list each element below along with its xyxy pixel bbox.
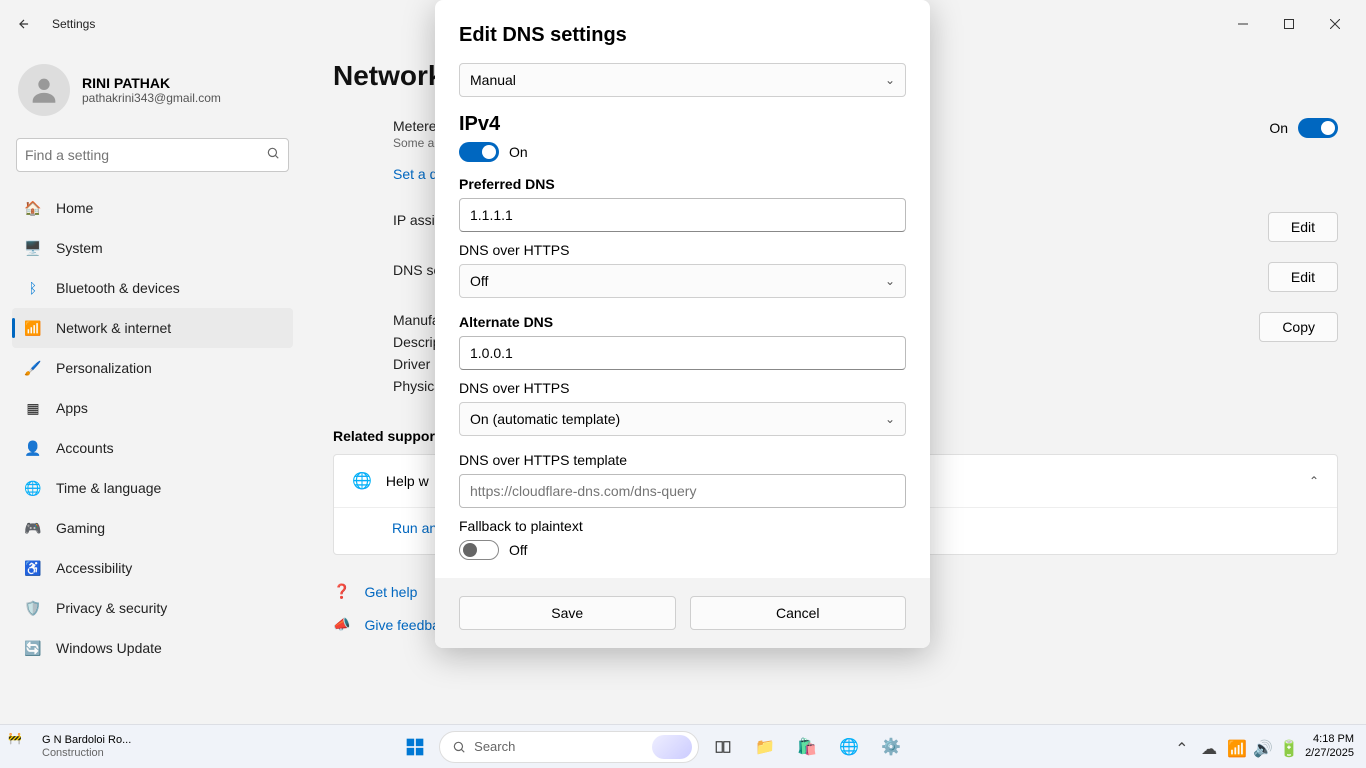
- toggle-label: Off: [509, 542, 527, 558]
- chevron-down-icon: ⌄: [885, 412, 895, 426]
- search-placeholder: Search: [474, 739, 515, 754]
- doh1-label: DNS over HTTPS: [459, 242, 906, 258]
- start-button[interactable]: [397, 729, 433, 765]
- ipv4-toggle[interactable]: [459, 142, 499, 162]
- dns-settings-modal: Edit DNS settings Manual ⌄ IPv4 On Prefe…: [435, 0, 930, 648]
- template-input: [459, 474, 906, 508]
- ipv4-heading: IPv4: [459, 113, 906, 136]
- fallback-toggle[interactable]: [459, 540, 499, 560]
- battery-icon[interactable]: 🔋: [1279, 739, 1295, 755]
- select-value: On (automatic template): [470, 411, 620, 427]
- wifi-icon[interactable]: 📶: [1227, 739, 1243, 755]
- weather-line1: G N Bardoloi Ro...: [42, 734, 131, 746]
- chevron-down-icon: ⌄: [885, 73, 895, 87]
- taskbar-search[interactable]: Search: [439, 731, 699, 763]
- onedrive-icon[interactable]: ☁: [1201, 739, 1217, 755]
- doh2-select[interactable]: On (automatic template) ⌄: [459, 402, 906, 436]
- taskbar: 🚧 G N Bardoloi Ro... Construction Search…: [0, 724, 1366, 768]
- select-value: Off: [470, 273, 488, 289]
- doh2-label: DNS over HTTPS: [459, 380, 906, 396]
- clock-time: 4:18 PM: [1305, 733, 1354, 746]
- modal-title: Edit DNS settings: [459, 24, 906, 47]
- alternate-dns-input[interactable]: [459, 336, 906, 370]
- weather-line2: Construction: [42, 747, 131, 759]
- file-explorer-button[interactable]: 📁: [747, 729, 783, 765]
- settings-button[interactable]: ⚙️: [873, 729, 909, 765]
- dns-mode-select[interactable]: Manual ⌄: [459, 63, 906, 97]
- store-button[interactable]: 🛍️: [789, 729, 825, 765]
- select-value: Manual: [470, 72, 516, 88]
- doh1-select[interactable]: Off ⌄: [459, 264, 906, 298]
- weather-widget[interactable]: 🚧 G N Bardoloi Ro... Construction: [8, 733, 131, 761]
- toggle-label: On: [509, 144, 528, 160]
- alternate-dns-label: Alternate DNS: [459, 314, 906, 330]
- edge-button[interactable]: 🌐: [831, 729, 867, 765]
- search-highlight-icon: [652, 735, 692, 759]
- fallback-label: Fallback to plaintext: [459, 518, 906, 534]
- template-label: DNS over HTTPS template: [459, 452, 906, 468]
- preferred-dns-label: Preferred DNS: [459, 176, 906, 192]
- clock-date: 2/27/2025: [1305, 747, 1354, 760]
- chevron-down-icon: ⌄: [885, 274, 895, 288]
- clock[interactable]: 4:18 PM 2/27/2025: [1305, 733, 1354, 759]
- construction-icon: 🚧: [8, 733, 36, 761]
- task-view-button[interactable]: [705, 729, 741, 765]
- search-icon: [452, 740, 466, 754]
- tray-chevron-icon[interactable]: ⌃: [1175, 739, 1191, 755]
- preferred-dns-input[interactable]: [459, 198, 906, 232]
- save-button[interactable]: Save: [459, 596, 676, 630]
- volume-icon[interactable]: 🔊: [1253, 739, 1269, 755]
- cancel-button[interactable]: Cancel: [690, 596, 907, 630]
